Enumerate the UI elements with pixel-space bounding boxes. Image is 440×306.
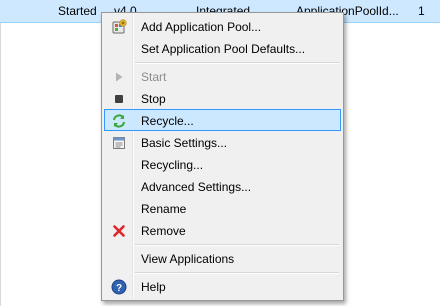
menu-item-label: Recycle...: [141, 114, 194, 128]
remove-icon: [111, 223, 127, 239]
menu-item-label: Basic Settings...: [141, 136, 228, 150]
menu-item-label: Add Application Pool...: [141, 20, 262, 34]
menu-item-label: Set Application Pool Defaults...: [141, 42, 306, 56]
start-icon: [111, 69, 127, 85]
menu-separator: [135, 244, 339, 246]
menu-item-help[interactable]: ? Help: [104, 275, 341, 297]
menu-item-advanced-settings[interactable]: Advanced Settings...: [104, 175, 341, 197]
applications-cell: 1: [418, 4, 425, 18]
menu-item-rename[interactable]: Rename: [104, 197, 341, 219]
menu-item-basic-settings[interactable]: Basic Settings...: [104, 131, 341, 153]
menu-item-add-application-pool[interactable]: Add Application Pool...: [104, 15, 341, 37]
help-icon: ?: [111, 279, 127, 295]
menu-item-label: Advanced Settings...: [141, 180, 252, 194]
menu-item-stop[interactable]: Stop: [104, 87, 341, 109]
status-cell: Started: [58, 4, 97, 18]
context-menu: Add Application Pool... Set Application …: [101, 12, 344, 301]
menu-item-remove[interactable]: Remove: [104, 219, 341, 241]
menu-item-label: View Applications: [141, 252, 235, 266]
svg-text:?: ?: [116, 283, 122, 294]
stop-icon: [111, 91, 127, 107]
basic-settings-icon: [111, 135, 127, 151]
menu-item-label: Start: [141, 70, 167, 84]
menu-item-label: Rename: [141, 202, 187, 216]
menu-item-recycle[interactable]: Recycle...: [104, 109, 341, 131]
menu-item-label: Stop: [141, 92, 166, 106]
menu-item-recycling[interactable]: Recycling...: [104, 153, 341, 175]
menu-separator: [135, 272, 339, 274]
menu-item-label: Recycling...: [141, 158, 204, 172]
menu-item-set-pool-defaults[interactable]: Set Application Pool Defaults...: [104, 37, 341, 59]
menu-item-label: Remove: [141, 224, 186, 238]
menu-item-start[interactable]: Start: [104, 65, 341, 87]
grid-left-border: [0, 23, 1, 306]
menu-item-label: Help: [141, 280, 166, 294]
recycle-icon: [111, 113, 127, 129]
menu-separator: [135, 62, 339, 64]
add-pool-icon: [111, 19, 127, 35]
menu-item-view-applications[interactable]: View Applications: [104, 247, 341, 269]
